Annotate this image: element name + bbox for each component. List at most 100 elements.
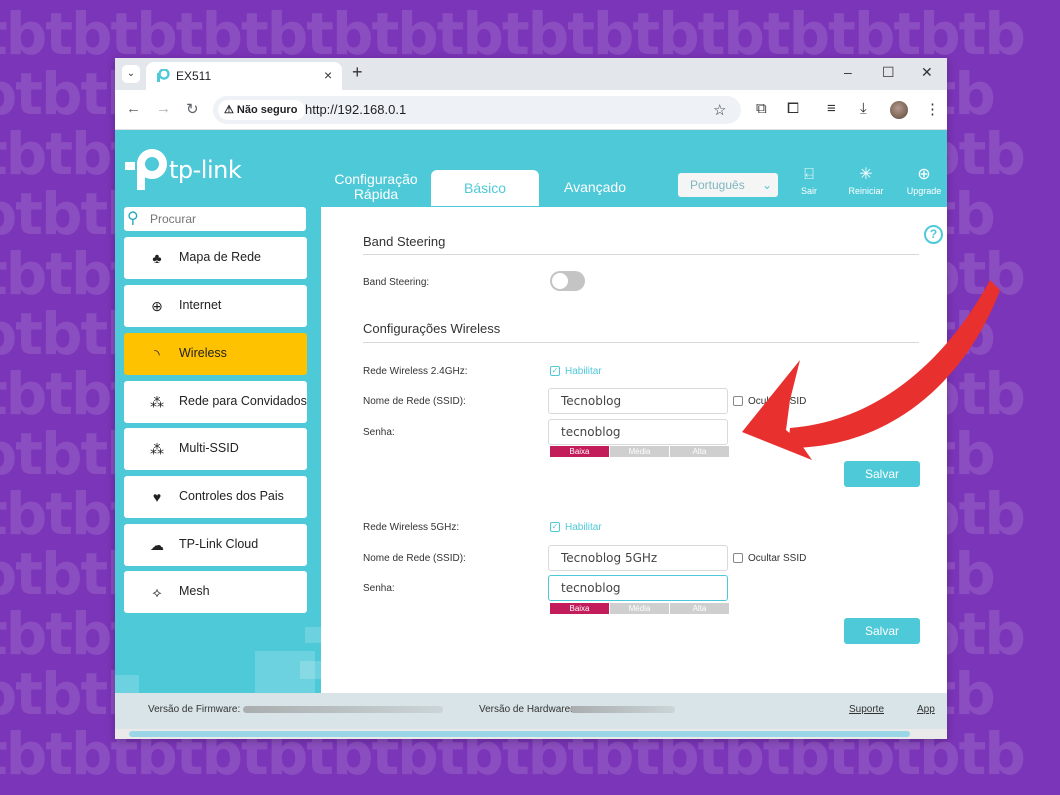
tab-close-icon[interactable]: × bbox=[324, 67, 332, 83]
firmware-value-redacted bbox=[243, 706, 443, 713]
search-input[interactable] bbox=[150, 210, 300, 228]
band5-password-strength: Baixa Média Alta bbox=[550, 603, 729, 614]
band24-ssid-label: Nome de Rede (SSID): bbox=[363, 396, 466, 407]
url-text[interactable]: http://192.168.0.1 bbox=[305, 102, 406, 117]
chevron-down-icon: ⌄ bbox=[761, 178, 772, 192]
band24-save-button[interactable]: Salvar bbox=[844, 461, 920, 487]
network-map-icon: ♣ bbox=[152, 250, 162, 266]
cloud-icon: ☁ bbox=[150, 537, 164, 553]
extensions-icon[interactable]: ⧠ bbox=[787, 100, 799, 117]
band5-enable-label: Habilitar bbox=[565, 522, 602, 533]
strength-high: Alta bbox=[670, 446, 729, 457]
tab-title: EX511 bbox=[176, 69, 212, 83]
band24-label: Rede Wireless 2.4GHz: bbox=[363, 366, 468, 377]
decorative-block bbox=[115, 675, 139, 693]
band5-enable-checkbox[interactable]: ✓ bbox=[550, 522, 560, 532]
sidebar-item-multi-ssid[interactable]: ⁂ Multi-SSID bbox=[124, 428, 307, 470]
decorative-block bbox=[300, 661, 321, 679]
band5-password-input[interactable]: tecnoblog bbox=[548, 575, 728, 601]
upgrade-label: Upgrade bbox=[906, 186, 942, 196]
section-title-band-steering: Band Steering bbox=[363, 234, 446, 249]
section-title-wireless-settings: Configurações Wireless bbox=[363, 321, 501, 336]
decorative-block bbox=[305, 627, 321, 643]
band5-hide-ssid-checkbox[interactable] bbox=[733, 553, 743, 563]
sidebar-item-internet[interactable]: ⊕ Internet bbox=[124, 285, 307, 327]
language-select[interactable]: Português ⌄ bbox=[678, 173, 778, 197]
security-label: Não seguro bbox=[236, 104, 298, 116]
browser-tab[interactable]: EX511 × bbox=[146, 62, 342, 90]
band5-hide-ssid-label: Ocultar SSID bbox=[748, 553, 807, 564]
address-bar[interactable]: ⚠ Não seguro http://192.168.0.1 ☆ bbox=[213, 96, 741, 124]
tab-advanced[interactable]: Avançado bbox=[555, 179, 635, 195]
band24-enable-checkbox[interactable]: ✓ bbox=[550, 366, 560, 376]
forward-arrow-icon[interactable]: → bbox=[156, 100, 171, 117]
band24-password-strength: Baixa Média Alta bbox=[550, 446, 729, 457]
profile-avatar[interactable] bbox=[890, 101, 908, 119]
band5-ssid-label: Nome de Rede (SSID): bbox=[363, 553, 466, 564]
band5-save-button[interactable]: Salvar bbox=[844, 618, 920, 644]
app-link[interactable]: App bbox=[917, 704, 935, 715]
sidebar-item-label: Controles dos Pais bbox=[179, 489, 284, 503]
sidebar-item-tplink-cloud[interactable]: ☁ TP-Link Cloud bbox=[124, 524, 307, 566]
band24-enable-label: Habilitar bbox=[565, 366, 602, 377]
footer: Versão de Firmware: Versão de Hardware: … bbox=[115, 693, 947, 729]
sidebar-item-network-map[interactable]: ♣ Mapa de Rede bbox=[124, 237, 307, 279]
tab-search-icon[interactable]: ⌄ bbox=[122, 65, 140, 83]
hardware-label: Versão de Hardware: bbox=[479, 704, 573, 715]
parental-controls-icon: ♥ bbox=[152, 489, 162, 505]
band-steering-toggle[interactable] bbox=[550, 271, 585, 291]
band-steering-label: Band Steering: bbox=[363, 277, 430, 288]
support-link[interactable]: Suporte bbox=[849, 704, 884, 715]
minimize-button[interactable]: – bbox=[844, 64, 852, 80]
tab-basic[interactable]: Básico bbox=[431, 170, 539, 206]
bookmark-star-icon[interactable]: ☆ bbox=[713, 101, 726, 119]
band24-password-input[interactable]: tecnoblog bbox=[548, 419, 728, 445]
security-indicator[interactable]: ⚠ Não seguro bbox=[218, 100, 306, 120]
sidebar-item-label: Mesh bbox=[179, 584, 210, 598]
strength-medium: Média bbox=[610, 446, 669, 457]
tab-strip: ⌄ EX511 × + – ☐ ✕ bbox=[115, 58, 947, 90]
close-window-button[interactable]: ✕ bbox=[921, 64, 933, 81]
back-arrow-icon[interactable]: ← bbox=[126, 100, 141, 117]
cast-icon[interactable]: ⧉ bbox=[756, 100, 767, 117]
reboot-label: Reiniciar bbox=[848, 186, 884, 196]
sidebar-item-label: Wireless bbox=[179, 346, 227, 360]
browser-toolbar: ← → ↻ ⚠ Não seguro http://192.168.0.1 ☆ … bbox=[115, 90, 947, 130]
new-tab-button[interactable]: + bbox=[352, 62, 363, 83]
router-admin-app: tp-link Configuração Rápida Básico Avanç… bbox=[115, 130, 947, 739]
scrollbar-thumb[interactable] bbox=[129, 731, 910, 737]
band5-ssid-input[interactable]: Tecnoblog 5GHz bbox=[548, 545, 728, 571]
download-icon[interactable]: ⤓ bbox=[860, 100, 867, 117]
language-value: Português bbox=[690, 178, 745, 192]
sidebar-item-label: Internet bbox=[179, 298, 222, 312]
strength-medium: Média bbox=[610, 603, 669, 614]
band24-hide-ssid-checkbox[interactable] bbox=[733, 396, 743, 406]
sidebar-item-label: Multi-SSID bbox=[179, 441, 239, 455]
reading-list-icon[interactable]: ≡ bbox=[827, 100, 836, 117]
reboot-icon: ✳ bbox=[859, 166, 873, 183]
section-divider bbox=[363, 342, 919, 343]
band5-label: Rede Wireless 5GHz: bbox=[363, 522, 460, 533]
tab-quick-setup[interactable]: Configuração Rápida bbox=[333, 172, 419, 202]
tplink-logo-icon bbox=[125, 149, 167, 190]
sidebar-search[interactable]: ⚲ bbox=[124, 207, 306, 231]
sidebar-item-parental-controls[interactable]: ♥ Controles dos Pais bbox=[124, 476, 307, 518]
horizontal-scrollbar[interactable] bbox=[115, 729, 947, 739]
strength-low: Baixa bbox=[550, 603, 609, 614]
band24-ssid-input[interactable]: Tecnoblog bbox=[548, 388, 728, 414]
reload-icon[interactable]: ↻ bbox=[186, 100, 199, 118]
reboot-button[interactable]: ✳ Reiniciar bbox=[846, 166, 886, 196]
brand-logo-text: tp-link bbox=[169, 156, 242, 184]
maximize-button[interactable]: ☐ bbox=[882, 64, 895, 81]
menu-dots-icon[interactable]: ⋮ bbox=[925, 100, 940, 118]
mesh-icon: ⟡ bbox=[152, 584, 162, 600]
upgrade-button[interactable]: ⊕ Upgrade bbox=[904, 166, 944, 196]
multi-ssid-icon: ⁂ bbox=[150, 441, 164, 457]
sidebar-item-mesh[interactable]: ⟡ Mesh bbox=[124, 571, 307, 613]
sidebar-item-wireless[interactable]: ◝ Wireless bbox=[124, 333, 307, 375]
section-divider bbox=[363, 254, 919, 255]
help-icon[interactable]: ? bbox=[924, 225, 943, 244]
logout-button[interactable]: ⍇ Sair bbox=[789, 166, 829, 196]
sidebar-item-guest-network[interactable]: ⁂ Rede para Convidados bbox=[124, 381, 307, 423]
main-content: Band Steering ? Band Steering: Configura… bbox=[321, 207, 947, 693]
